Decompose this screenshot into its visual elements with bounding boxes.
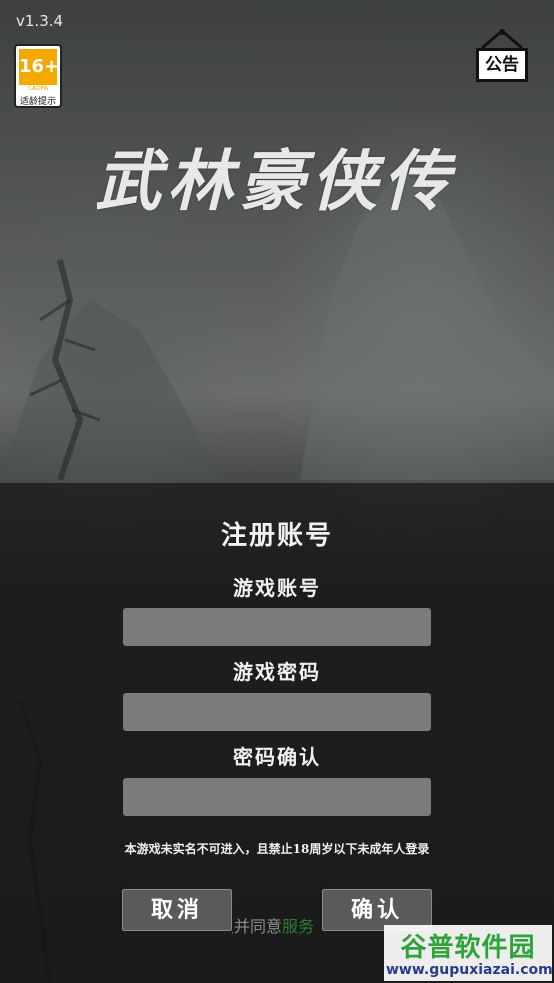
version-label: v1.3.4 bbox=[16, 12, 64, 30]
agreement-link[interactable]: 服务 bbox=[282, 917, 314, 936]
confirm-password-label: 密码确认 bbox=[233, 745, 321, 769]
cancel-button[interactable]: 取消 bbox=[120, 887, 234, 933]
notice-button[interactable]: 公告 bbox=[476, 48, 528, 82]
age-rating-text: 16+ bbox=[19, 49, 59, 85]
age-rating-badge[interactable]: 16+ CADPA 适龄提示 bbox=[14, 44, 62, 108]
notice-hanger-icon bbox=[481, 29, 523, 50]
watermark-url: www.gupuxiazai.com bbox=[386, 962, 553, 978]
register-title: 注册账号 bbox=[220, 521, 333, 551]
account-label: 游戏账号 bbox=[233, 576, 321, 600]
register-panel bbox=[0, 483, 554, 983]
confirm-password-input[interactable] bbox=[123, 778, 431, 816]
game-title: 武林豪侠传 bbox=[95, 142, 455, 220]
password-label: 游戏密码 bbox=[233, 660, 321, 684]
watermark-brand: 谷普软件园 bbox=[400, 933, 536, 963]
site-watermark: 谷普软件园 www.gupuxiazai.com bbox=[384, 925, 553, 981]
age-disclaimer: 本游戏未实名不可进入，且禁止18周岁以下未成年人登录 bbox=[124, 842, 430, 856]
cadpa-label: CADPA bbox=[27, 85, 49, 92]
account-input[interactable] bbox=[123, 608, 431, 646]
password-input[interactable] bbox=[123, 693, 431, 731]
age-tip-label: 适龄提示 bbox=[19, 97, 56, 107]
